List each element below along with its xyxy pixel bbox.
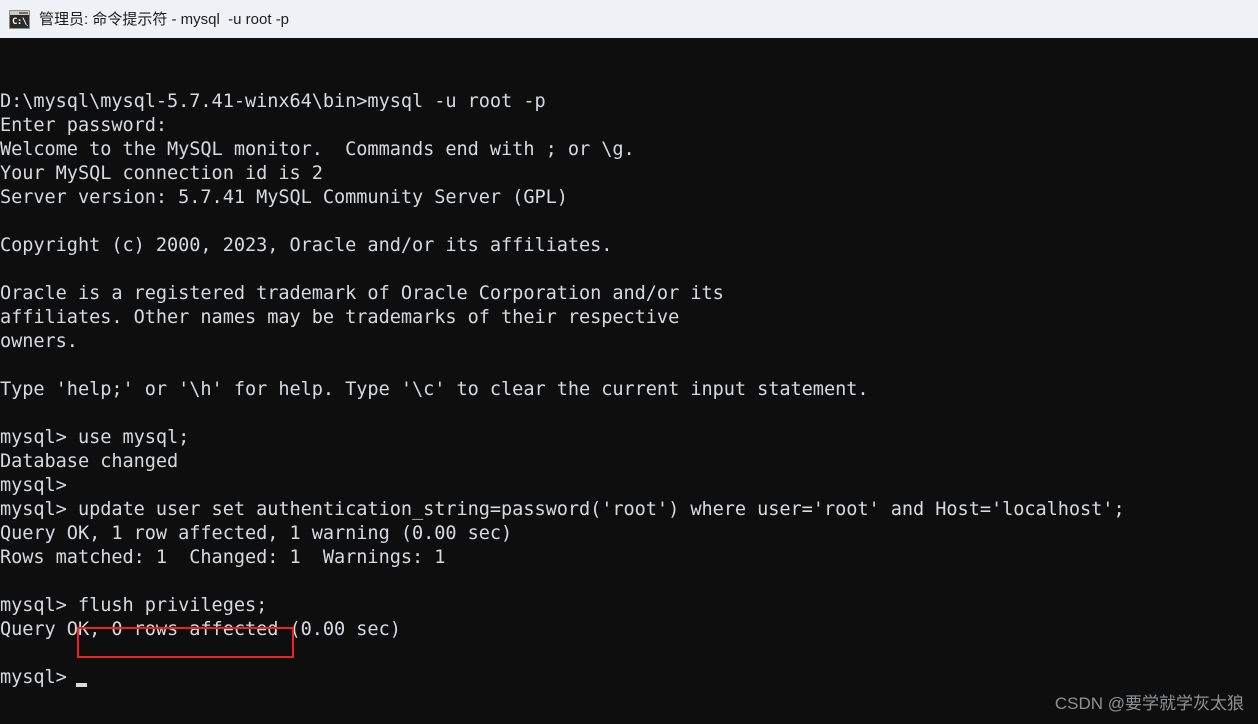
console-lines: D:\mysql\mysql-5.7.41-winx64\bin>mysql -…: [0, 90, 1258, 690]
console-line: Copyright (c) 2000, 2023, Oracle and/or …: [0, 235, 613, 256]
console-line-prompt: mysql>: [0, 475, 67, 496]
text-cursor: [75, 683, 87, 687]
command-prompt-window: C:\_ 管理员: 命令提示符 - mysql -u root -p D:\my…: [0, 0, 1258, 724]
terminal-output-area[interactable]: D:\mysql\mysql-5.7.41-winx64\bin>mysql -…: [0, 38, 1258, 724]
console-line: Rows matched: 1 Changed: 1 Warnings: 1: [0, 547, 446, 568]
console-line: Enter password:: [0, 115, 168, 136]
console-line-prompt-active: mysql>: [0, 666, 1258, 690]
console-line-command: mysql> update user set authentication_st…: [0, 499, 1125, 520]
console-line: Server version: 5.7.41 MySQL Community S…: [0, 187, 568, 208]
csdn-watermark: CSDN @要学就学灰太狼: [1054, 694, 1244, 713]
console-line: Query OK, 1 row affected, 1 warning (0.0…: [0, 523, 513, 544]
console-line: affiliates. Other names may be trademark…: [0, 307, 680, 328]
window-titlebar[interactable]: C:\_ 管理员: 命令提示符 - mysql -u root -p: [0, 0, 1258, 38]
console-line: D:\mysql\mysql-5.7.41-winx64\bin>mysql -…: [0, 91, 546, 112]
console-line: Welcome to the MySQL monitor. Commands e…: [0, 139, 635, 160]
console-line: Database changed: [0, 451, 179, 472]
console-line-command: mysql> use mysql;: [0, 427, 190, 448]
prompt-text: mysql>: [0, 667, 67, 688]
console-line: Type 'help;' or '\h' for help. Type '\c'…: [0, 379, 869, 400]
console-line: Oracle is a registered trademark of Orac…: [0, 283, 724, 304]
console-line: Query OK, 0 rows affected (0.00 sec): [0, 619, 401, 640]
console-line: Your MySQL connection id is 2: [0, 163, 323, 184]
console-line: owners.: [0, 331, 78, 352]
window-title: 管理员: 命令提示符 - mysql -u root -p: [39, 10, 290, 28]
console-icon: C:\_: [9, 9, 30, 29]
console-line-command-highlighted: mysql> flush privileges;: [0, 595, 268, 616]
console-icon-glyph: C:\_: [12, 16, 28, 27]
